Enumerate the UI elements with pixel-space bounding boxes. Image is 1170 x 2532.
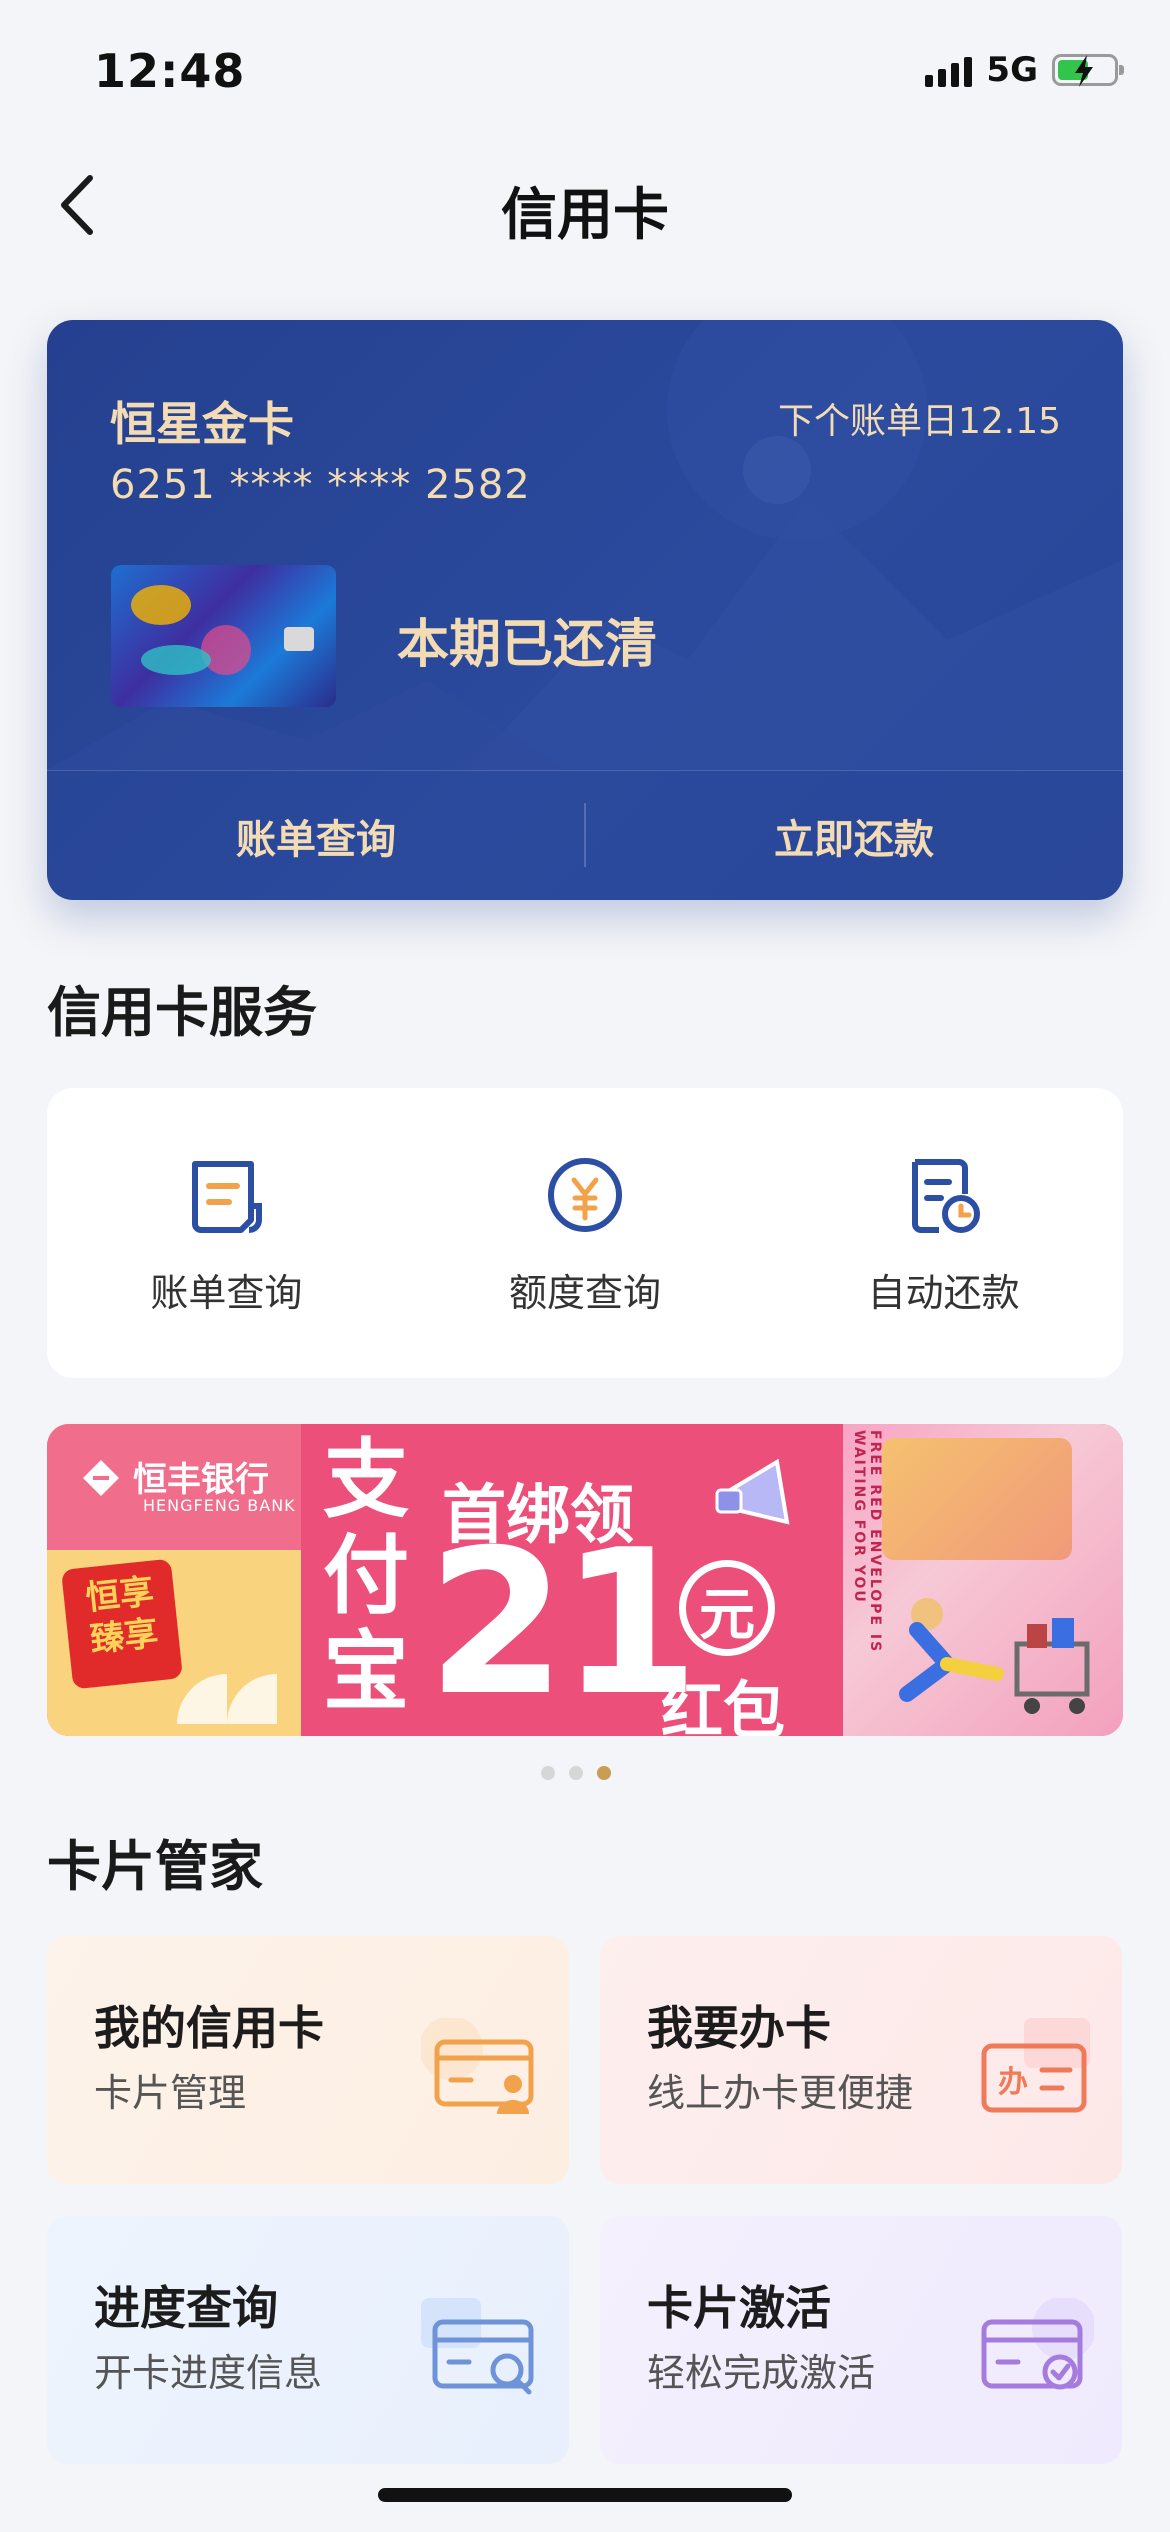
tile-title: 卡片激活 <box>647 2281 831 2335</box>
tile-card-activation[interactable]: 卡片激活 轻松完成激活 <box>600 2216 1122 2464</box>
repay-now-button[interactable]: 立即还款 <box>585 771 1123 900</box>
carousel-indicator <box>541 1766 611 1780</box>
next-bill-day: 下个账单日12.15 <box>777 401 1061 442</box>
credit-card-panel: 恒星金卡 6251 **** **** 2582 下个账单日12.15 本期已还… <box>47 320 1123 900</box>
megaphone-icon <box>715 1458 790 1525</box>
tile-subtitle: 线上办卡更便捷 <box>647 2071 914 2115</box>
banner-reward: 红包 <box>661 1674 786 1736</box>
nav-bar: 信用卡 <box>0 140 1170 270</box>
status-bar: 12:48 5G <box>0 0 1170 140</box>
tile-progress-query[interactable]: 进度查询 开卡进度信息 <box>47 2216 569 2464</box>
battery-icon <box>1052 54 1124 87</box>
card-image <box>111 565 336 707</box>
tile-my-credit-card[interactable]: 我的信用卡 卡片管理 <box>47 1936 569 2184</box>
promo-banner[interactable]: 恒丰银行 HENGFENG BANK 恒享臻享 支付宝 首绑领 21 元 红包 … <box>47 1424 1123 1736</box>
credit-limit-icon <box>548 1158 622 1232</box>
card-name: 恒星金卡 <box>110 397 294 451</box>
bill-query-button[interactable]: 账单查询 <box>47 771 585 900</box>
tile-subtitle: 卡片管理 <box>94 2071 247 2115</box>
banner-stripes <box>177 1674 277 1724</box>
service-label: 账单查询 <box>150 1271 303 1315</box>
card-activate-icon <box>981 2298 1094 2390</box>
svg-text:办: 办 <box>998 2065 1028 2100</box>
apply-card-icon: 办 <box>981 2018 1090 2113</box>
tile-title: 我的信用卡 <box>94 2001 324 2055</box>
tile-title: 我要办卡 <box>647 2001 831 2055</box>
action-separator <box>584 803 586 867</box>
service-label: 自动还款 <box>867 1271 1020 1315</box>
status-icons: 5G <box>925 50 1124 90</box>
card-user-icon <box>421 2018 534 2114</box>
service-label: 额度查询 <box>509 1271 662 1315</box>
carousel-dot[interactable] <box>541 1766 555 1780</box>
services-panel: 账单查询 额度查询 自动还款 <box>47 1088 1123 1378</box>
signal-icon <box>925 53 973 87</box>
banner-bank-name-en: HENGFENG BANK <box>143 1496 296 1515</box>
banner-amount: 21 <box>427 1507 699 1736</box>
payment-status: 本期已还清 <box>397 615 658 675</box>
auto-repay-icon <box>911 1159 980 1233</box>
bank-logo-icon <box>83 1460 119 1496</box>
bill-icon <box>192 1161 263 1233</box>
service-auto-repay[interactable]: 自动还款 <box>764 1088 1123 1378</box>
banner-vertical-text: FREE RED ENVELOPE IS WAITING FOR YOU <box>851 1430 883 1654</box>
tile-subtitle: 开卡进度信息 <box>94 2351 323 2395</box>
service-bill-query[interactable]: 账单查询 <box>47 1088 406 1378</box>
banner-badge-text: 恒享臻享 <box>83 1571 161 1661</box>
banner-bank-name: 恒丰银行 <box>133 1460 269 1500</box>
banner-card-image <box>882 1438 1072 1560</box>
carousel-dot-active[interactable] <box>597 1766 611 1780</box>
carousel-dot[interactable] <box>569 1766 583 1780</box>
page-title: 信用卡 <box>501 183 669 248</box>
services-section-title: 信用卡服务 <box>47 981 317 1044</box>
banner-pay-text: 支付宝 <box>323 1430 409 1722</box>
service-credit-limit[interactable]: 额度查询 <box>406 1088 765 1378</box>
tile-subtitle: 轻松完成激活 <box>647 2351 876 2395</box>
status-time: 12:48 <box>94 44 246 98</box>
card-search-icon <box>421 2298 534 2395</box>
manager-section-title: 卡片管家 <box>47 1835 263 1898</box>
network-type: 5G <box>986 50 1038 90</box>
home-indicator[interactable] <box>378 2488 792 2502</box>
banner-unit: 元 <box>699 1583 755 1648</box>
tile-title: 进度查询 <box>94 2281 278 2335</box>
shopping-person-illustration <box>899 1598 1090 1714</box>
card-number: 6251 **** **** 2582 <box>110 462 531 508</box>
tile-apply-card[interactable]: 我要办卡 线上办卡更便捷 办 <box>600 1936 1122 2184</box>
